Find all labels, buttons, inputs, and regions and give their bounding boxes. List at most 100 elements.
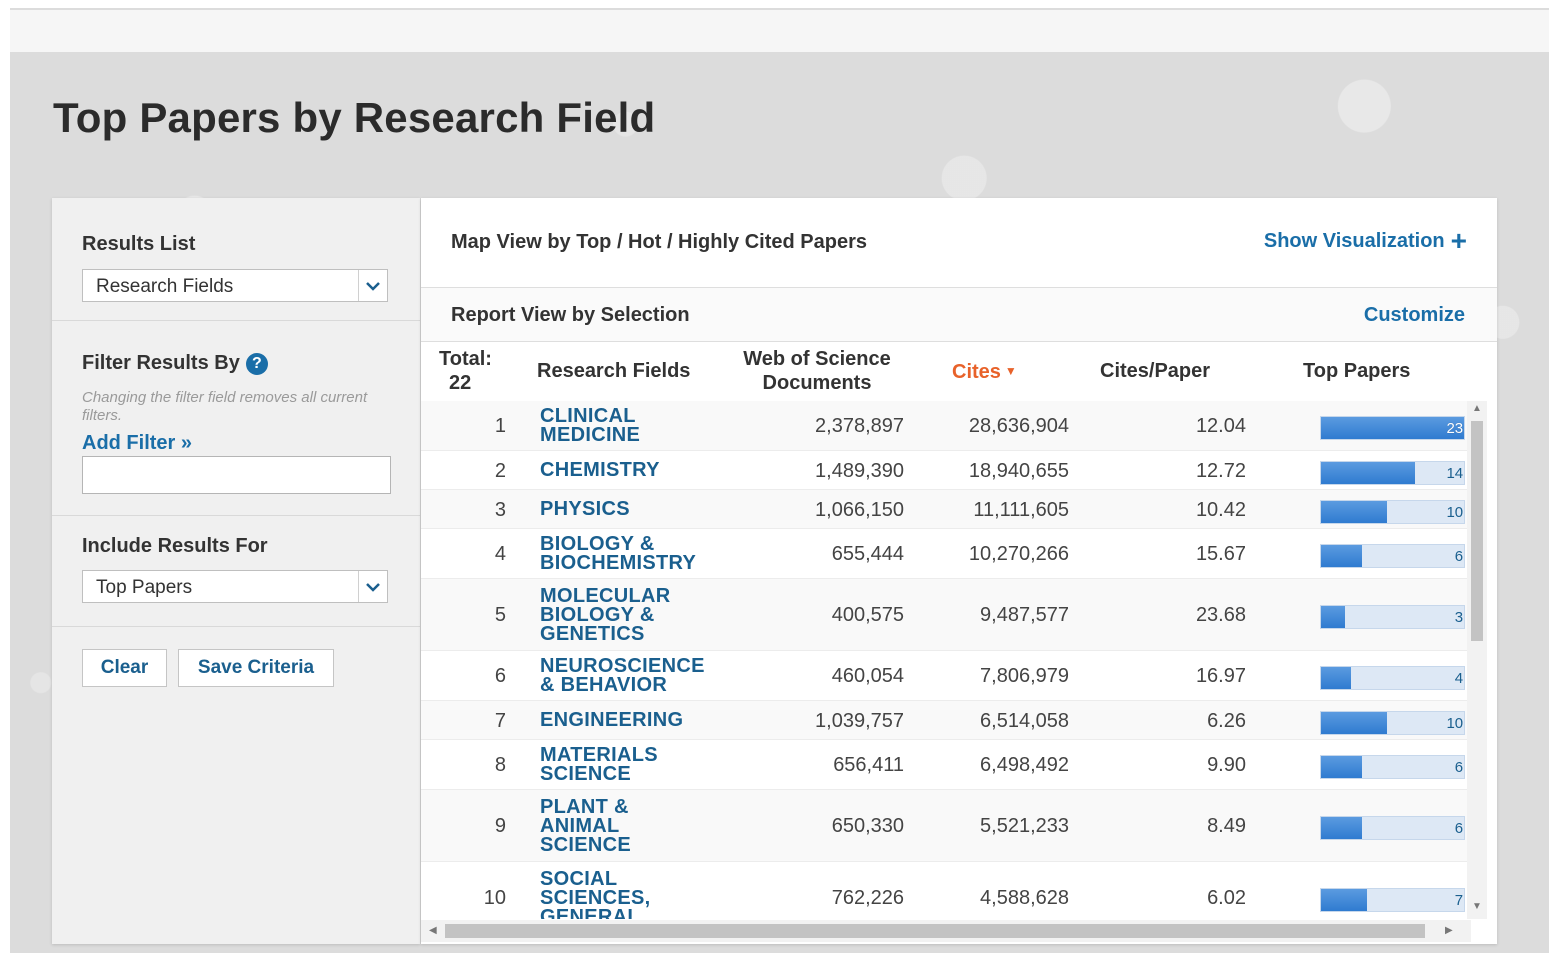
- sort-down-icon[interactable]: ▼: [1005, 359, 1017, 383]
- research-field-link[interactable]: BIOLOGY & BIOCHEMISTRY: [540, 534, 720, 573]
- top-papers-bar[interactable]: 6,51: [1320, 816, 1465, 840]
- column-header-cites[interactable]: Cites ▼: [952, 359, 1017, 384]
- cites-per-paper-cell: 12.72: [1195, 459, 1246, 482]
- chevron-down-icon[interactable]: [358, 270, 387, 301]
- scroll-left-icon[interactable]: ◀: [429, 925, 437, 936]
- documents-cell: 650,330: [831, 815, 904, 837]
- documents-cell: 400,575: [831, 604, 904, 626]
- scroll-up-icon[interactable]: ▲: [1472, 403, 1482, 414]
- top-papers-bar[interactable]: 10,33: [1320, 710, 1465, 735]
- help-icon[interactable]: ?: [245, 352, 268, 375]
- column-header-top-papers[interactable]: Top Papers: [1303, 359, 1410, 383]
- table-row[interactable]: 5 MOLECULAR BIOLOGY & GENETICS 400,575 9,487,…: [421, 579, 1471, 651]
- save-criteria-button[interactable]: Save Criteria: [178, 649, 334, 687]
- horizontal-scrollbar[interactable]: ◀ ▶: [421, 920, 1471, 942]
- research-field-link[interactable]: NEUROSCIENCE & BEHAVIOR: [540, 656, 720, 696]
- column-header-field[interactable]: Research Fields: [537, 359, 690, 383]
- total-count: 22: [449, 372, 472, 394]
- top-papers-value: 10,33: [1446, 714, 1464, 732]
- report-view-row: Report View by Selection Customize: [421, 288, 1497, 342]
- research-field-line: MEDICINE: [540, 424, 641, 446]
- top-papers-bar[interactable]: 23,35: [1320, 416, 1465, 440]
- top-papers-value: 6,54: [1454, 548, 1464, 565]
- table-row[interactable]: 1 CLINICAL MEDICINE 2,378,897 28,636,904 12.0…: [421, 401, 1471, 451]
- research-field-link[interactable]: CHEMISTRY: [540, 460, 720, 480]
- table-row[interactable]: 6 NEUROSCIENCE & BEHAVIOR 460,054 7,806,979 1…: [421, 651, 1471, 701]
- documents-cell: 655,444: [831, 543, 904, 565]
- clear-button[interactable]: Clear: [82, 649, 167, 687]
- table-row[interactable]: 8 MATERIALSSCIENCE 656,411 6,498,492 9.90 6,4…: [421, 740, 1471, 790]
- research-field-link[interactable]: PLANT & ANIMAL SCIENCE: [540, 795, 720, 855]
- cites-per-paper-cell: 23.68: [1195, 604, 1246, 626]
- customize-link[interactable]: Customize: [1364, 304, 1465, 327]
- cites-cell: 7,806,979: [980, 665, 1069, 687]
- chevron-down-icon[interactable]: [358, 571, 387, 602]
- total-label: Total: 22: [439, 347, 492, 395]
- table-row[interactable]: 4 BIOLOGY & BIOCHEMISTRY 655,444 10,270,266 1…: [421, 529, 1471, 579]
- research-field-line: PHYSICS: [540, 498, 630, 520]
- top-papers-bar-fill: [1321, 667, 1352, 689]
- plus-icon[interactable]: +: [1451, 227, 1467, 255]
- results-list-section: Results List Research Fields: [52, 198, 420, 321]
- cites-per-paper-cell: 6.26: [1207, 709, 1246, 732]
- research-field-line: PLANT &: [540, 795, 629, 818]
- top-papers-bar-fill: [1321, 545, 1363, 567]
- include-results-selected: Top Papers: [96, 577, 193, 598]
- top-papers-bar[interactable]: 14,60: [1320, 460, 1465, 485]
- top-papers-bar[interactable]: 3,93: [1320, 605, 1465, 629]
- map-view-label: Map View by Top / Hot / Highly Cited Pap…: [451, 231, 867, 253]
- results-table: 1 CLINICAL MEDICINE 2,378,897 28,636,904 12.0…: [421, 401, 1471, 919]
- rank-cell: 2: [494, 459, 506, 482]
- research-field-link[interactable]: MATERIALS SCIENCE: [540, 745, 720, 784]
- table-row[interactable]: 2 CHEMISTRY 1,489,390 18,940,655 12.72 14,60: [421, 451, 1471, 490]
- column-header-cites-per-paper[interactable]: Cites/Paper: [1100, 359, 1210, 383]
- cites-cell: 4,588,628: [980, 887, 1069, 909]
- top-papers-bar[interactable]: 4,54: [1320, 666, 1465, 690]
- top-papers-value: 6,43: [1454, 759, 1464, 776]
- rank-cell: 5: [494, 604, 506, 626]
- show-visualization-link[interactable]: Show Visualization +: [1264, 227, 1467, 255]
- top-papers-bar[interactable]: 6,43: [1320, 755, 1465, 779]
- top-papers-bar-fill: [1321, 817, 1363, 839]
- rank-cell: 8: [494, 754, 506, 776]
- filter-input[interactable]: [82, 456, 391, 494]
- include-results-select[interactable]: Top Papers: [82, 570, 388, 603]
- research-field-line: & BEHAVIOR: [540, 674, 668, 696]
- research-field-link[interactable]: ENGINEERING: [540, 710, 720, 730]
- research-field-link[interactable]: MOLECULAR BIOLOGY & GENETICS: [540, 584, 720, 645]
- top-papers-bar[interactable]: 7,35: [1320, 888, 1465, 912]
- research-field-line: MOLECULAR: [540, 584, 671, 607]
- cites-cell: 28,636,904: [968, 415, 1069, 437]
- table-row[interactable]: 10 SOCIAL SCIENCES, GENERAL 762,226 4,588,628…: [421, 862, 1471, 919]
- documents-cell: 2,378,897: [815, 415, 904, 437]
- add-filter-link[interactable]: Add Filter »: [82, 432, 192, 455]
- documents-header-line2: Documents: [762, 372, 872, 394]
- sidebar: Results List Research Fields Filter Resu…: [52, 198, 420, 944]
- cites-cell: 6,498,492: [980, 754, 1069, 776]
- top-papers-value: 7,35: [1454, 892, 1464, 909]
- top-papers-bar-fill: [1321, 889, 1367, 911]
- rank-cell: 1: [494, 415, 506, 437]
- cites-per-paper-cell: 10.42: [1195, 498, 1246, 521]
- research-field-line: GENETICS: [540, 622, 645, 645]
- rank-cell: 3: [494, 498, 506, 521]
- top-papers-bar[interactable]: 10,39: [1320, 499, 1465, 524]
- column-header-documents[interactable]: Web of Science Documents: [737, 347, 897, 395]
- table-row[interactable]: 3 PHYSICS 1,066,150 11,111,605 10.42 10,39: [421, 490, 1471, 529]
- scroll-right-icon[interactable]: ▶: [1445, 925, 1453, 936]
- top-papers-value: 3,93: [1454, 609, 1464, 626]
- vertical-scrollbar[interactable]: ▲ ▼: [1467, 401, 1487, 919]
- cites-cell: 10,270,266: [968, 543, 1069, 565]
- documents-header-line1: Web of Science: [743, 348, 891, 370]
- table-row[interactable]: 7 ENGINEERING 1,039,757 6,514,058 6.26 10,33: [421, 701, 1471, 740]
- scroll-down-icon[interactable]: ▼: [1472, 901, 1482, 912]
- top-papers-bar[interactable]: 6,54: [1320, 544, 1465, 568]
- results-list-select[interactable]: Research Fields: [82, 269, 388, 302]
- horizontal-scroll-thumb[interactable]: [445, 924, 1425, 938]
- research-field-link[interactable]: PHYSICS: [540, 498, 720, 520]
- research-field-link[interactable]: SOCIAL SCIENCES, GENERAL: [540, 869, 720, 920]
- cites-per-paper-cell: 16.97: [1195, 665, 1246, 687]
- table-row[interactable]: 9 PLANT & ANIMAL SCIENCE 650,330 5,521,233 8.4…: [421, 790, 1471, 862]
- vertical-scroll-thumb[interactable]: [1471, 421, 1483, 641]
- research-field-link[interactable]: CLINICAL MEDICINE: [540, 406, 720, 446]
